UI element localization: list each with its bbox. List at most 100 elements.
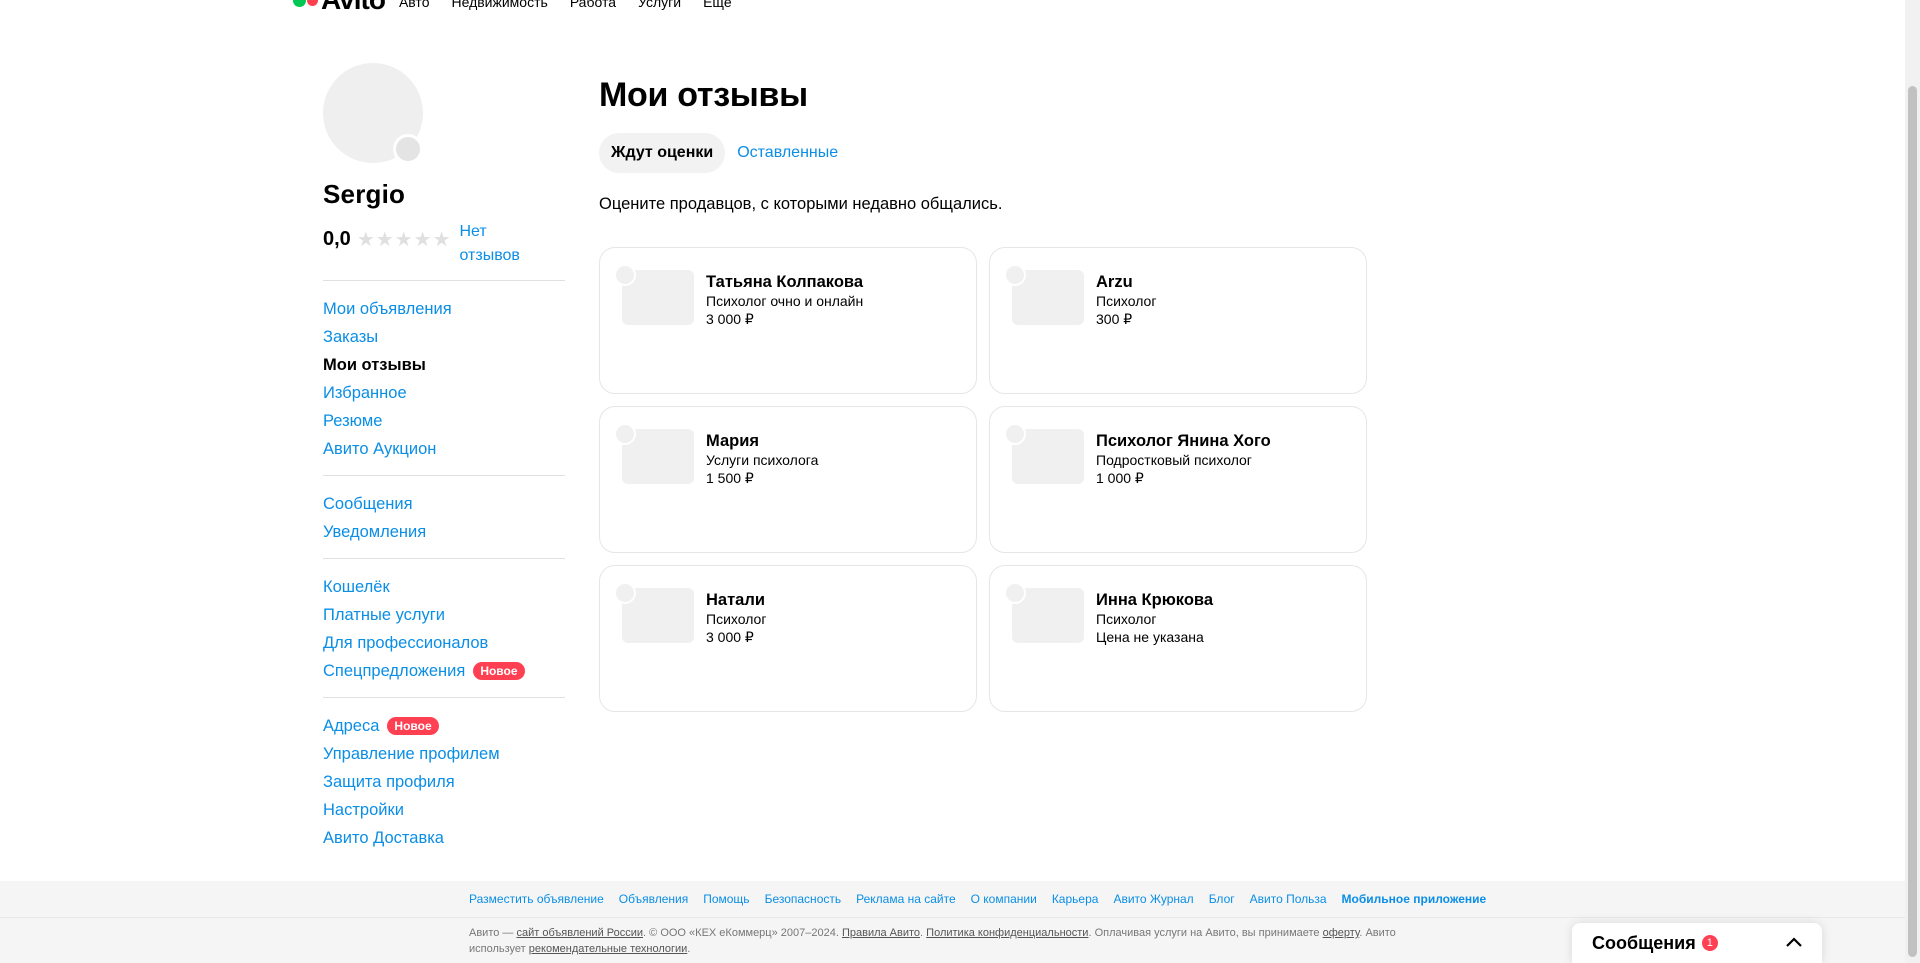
footer-link[interactable]: Мобильное приложение <box>1342 892 1487 906</box>
listing-title: Психолог <box>1096 293 1157 309</box>
seller-card[interactable]: Инна Крюкова Психолог Цена не указана <box>989 565 1367 712</box>
nav-item-more[interactable]: Ещё <box>703 0 732 10</box>
seller-avatar-dot <box>1004 264 1026 286</box>
sidebar-item[interactable]: Управление профилем <box>323 740 565 768</box>
footer-link[interactable]: Авито Журнал <box>1113 892 1193 906</box>
nav-item-services[interactable]: Услуги <box>638 0 681 10</box>
footer-link[interactable]: Авито Польза <box>1250 892 1327 906</box>
footer-link[interactable]: Блог <box>1209 892 1235 906</box>
page-title: Мои отзывы <box>599 76 808 114</box>
avito-logo[interactable]: Avito <box>293 0 386 14</box>
sidebar-item[interactable]: Уведомления <box>323 518 565 546</box>
nav-item-realty[interactable]: Недвижимость <box>451 0 547 10</box>
legal-link-offer[interactable]: оферту <box>1323 927 1360 939</box>
listing-price: Цена не указана <box>1096 629 1204 645</box>
sidebar-item[interactable]: Мои объявления <box>323 295 565 323</box>
sidebar-item[interactable]: Заказы <box>323 323 565 351</box>
sidebar-item[interactable]: Мои отзывы <box>323 351 565 379</box>
footer-link[interactable]: Объявления <box>619 892 688 906</box>
seller-card[interactable]: Психолог Янина Хого Подростковый психолог… <box>989 406 1367 553</box>
star-icon: ★ <box>432 229 451 251</box>
sidebar-item[interactable]: Платные услуги <box>323 601 565 629</box>
seller-card[interactable]: Натали Психолог 3 000 ₽ <box>599 565 977 712</box>
sidebar-item[interactable]: Спецпредложения Новое <box>323 657 565 685</box>
seller-thumbnail[interactable] <box>614 582 694 643</box>
legal-link-rules[interactable]: Правила Авито <box>842 927 920 939</box>
sidebar-item-label: Резюме <box>323 411 383 430</box>
seller-thumbnail[interactable] <box>1004 264 1084 325</box>
footer-link[interactable]: Помощь <box>703 892 749 906</box>
seller-thumbnail[interactable] <box>1004 423 1084 484</box>
seller-name[interactable]: Татьяна Колпакова <box>706 272 863 292</box>
profile-name[interactable]: Sergio <box>323 179 565 210</box>
sidebar-item[interactable]: Резюме <box>323 407 565 435</box>
seller-thumbnail[interactable] <box>1004 582 1084 643</box>
sidebar-item-label: Избранное <box>323 383 407 402</box>
seller-name[interactable]: Инна Крюкова <box>1096 590 1213 610</box>
sidebar-item-label: Уведомления <box>323 522 427 541</box>
listing-price: 3 000 ₽ <box>706 311 754 327</box>
sidebar-item[interactable]: Авито Аукцион <box>323 435 565 463</box>
footer-link[interactable]: Разместить объявление <box>469 892 604 906</box>
sidebar-item-label: Защита профиля <box>323 772 455 791</box>
tab-awaiting-rating[interactable]: Ждут оценки <box>599 133 726 173</box>
seller-name[interactable]: Психолог Янина Хого <box>1096 431 1271 451</box>
legal-link-recommendations[interactable]: рекомендательные технологии <box>529 943 688 955</box>
sidebar-item[interactable]: Сообщения <box>323 490 565 518</box>
tab-left-reviews[interactable]: Оставленные <box>725 133 850 173</box>
footer-link[interactable]: О компании <box>971 892 1037 906</box>
scrollbar-thumb[interactable] <box>1908 86 1917 957</box>
sidebar-item[interactable]: Кошелёк <box>323 573 565 601</box>
seller-card[interactable]: Arzu Психолог 300 ₽ <box>989 247 1367 394</box>
no-reviews-link[interactable]: Нет отзывов <box>460 220 530 268</box>
sidebar-item-label: Управление профилем <box>323 744 500 763</box>
footer-link[interactable]: Карьера <box>1052 892 1099 906</box>
messages-count-badge: 1 <box>1701 935 1718 951</box>
avatar[interactable] <box>323 63 423 164</box>
star-icon: ★ <box>375 229 394 251</box>
legal-text: Авито — сайт объявлений России. © ООО «К… <box>469 925 1419 957</box>
messages-widget[interactable]: Сообщения 1 <box>1572 923 1822 963</box>
sidebar-item-label: Авито Аукцион <box>323 439 437 458</box>
logo-green-dot <box>293 0 306 7</box>
seller-avatar-dot <box>614 582 636 604</box>
sidebar-item[interactable]: Избранное <box>323 379 565 407</box>
sidebar-group: Мои объявления Заказы Мои отзывы Избранное Р… <box>323 295 565 463</box>
listing-title: Психолог <box>1096 611 1157 627</box>
seller-thumbnail[interactable] <box>614 423 694 484</box>
chevron-up-icon[interactable] <box>1786 934 1802 952</box>
seller-thumbnail[interactable] <box>614 264 694 325</box>
legal-text-part: . Оплачивая услуги на Авито, вы принимае… <box>1088 927 1323 939</box>
nav-item-jobs[interactable]: Работа <box>570 0 616 10</box>
footer-link[interactable]: Безопасность <box>765 892 842 906</box>
nav-item-auto[interactable]: Авто <box>399 0 430 10</box>
sidebar-item[interactable]: Авито Доставка <box>323 824 565 852</box>
sidebar-item-label: Мои объявления <box>323 299 452 318</box>
seller-info: Татьяна Колпакова Психолог очно и онлайн 3… <box>706 272 863 328</box>
legal-link-site[interactable]: сайт объявлений России <box>516 927 643 939</box>
sidebar-item[interactable]: Настройки <box>323 796 565 824</box>
seller-card[interactable]: Мария Услуги психолога 1 500 ₽ <box>599 406 977 553</box>
seller-avatar-dot <box>614 423 636 445</box>
listing-title: Психолог очно и онлайн <box>706 293 864 309</box>
sidebar-item[interactable]: Для профессионалов <box>323 629 565 657</box>
legal-link-privacy[interactable]: Политика конфиденциальности <box>926 927 1088 939</box>
sidebar-item-label: Платные услуги <box>323 605 446 624</box>
sidebar-item[interactable]: Адреса Новое <box>323 712 565 740</box>
seller-name[interactable]: Arzu <box>1096 272 1156 292</box>
footer-link[interactable]: Реклама на сайте <box>856 892 956 906</box>
sidebar-divider <box>323 280 565 281</box>
avatar-upload-badge[interactable] <box>393 134 423 164</box>
seller-name[interactable]: Натали <box>706 590 766 610</box>
sidebar-divider <box>323 558 565 559</box>
sidebar-group: Адреса Новое Управление профилем Защита про… <box>323 712 565 852</box>
sidebar-item-label: Кошелёк <box>323 577 390 596</box>
main-content: Мои отзывы Ждут оценки Оставленные Оцени… <box>599 76 1002 214</box>
seller-avatar-dot <box>614 264 636 286</box>
star-icon: ★ <box>413 229 432 251</box>
profile-sidebar: Sergio 0,0 ★ ★ ★ ★ ★ Нет отзывов Мои объ… <box>323 63 565 852</box>
seller-name[interactable]: Мария <box>706 431 818 451</box>
sidebar-item[interactable]: Защита профиля <box>323 768 565 796</box>
page-scrollbar[interactable] <box>1905 0 1920 963</box>
seller-card[interactable]: Татьяна Колпакова Психолог очно и онлайн 3… <box>599 247 977 394</box>
